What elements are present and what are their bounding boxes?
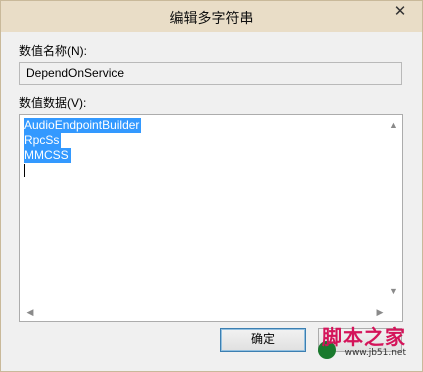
value-data-line: AudioEndpointBuilder bbox=[24, 118, 142, 133]
value-data-line: RpcSs bbox=[24, 133, 62, 148]
cancel-button[interactable] bbox=[318, 328, 402, 352]
text-caret bbox=[24, 164, 25, 177]
edit-multi-string-dialog: 编辑多字符串 ✕ 数值名称(N): DependOnService 数值数据(V… bbox=[0, 0, 423, 372]
ok-button[interactable]: 确定 bbox=[220, 328, 306, 352]
value-name-label: 数值名称(N): bbox=[19, 44, 87, 58]
scroll-down-arrow-icon[interactable]: ▼ bbox=[388, 285, 399, 297]
value-data-lines: AudioEndpointBuilder RpcSs MMCSS bbox=[24, 118, 142, 163]
title-bar[interactable]: 编辑多字符串 ✕ bbox=[1, 1, 422, 32]
close-icon: ✕ bbox=[393, 3, 407, 20]
value-data-label: 数值数据(V): bbox=[19, 96, 87, 110]
scroll-right-arrow-icon[interactable]: ▶ bbox=[374, 306, 386, 318]
dialog-title: 编辑多字符串 bbox=[169, 10, 254, 26]
value-data-line: MMCSS bbox=[24, 148, 71, 163]
close-button[interactable]: ✕ bbox=[383, 2, 417, 22]
scroll-up-arrow-icon[interactable]: ▲ bbox=[388, 119, 399, 131]
scroll-left-arrow-icon[interactable]: ◀ bbox=[24, 306, 36, 318]
value-name-field[interactable]: DependOnService bbox=[19, 62, 402, 85]
dialog-body: 数值名称(N): DependOnService 数值数据(V): AudioE… bbox=[8, 32, 415, 364]
value-data-textarea[interactable]: AudioEndpointBuilder RpcSs MMCSS ▲ ▼ ◀ ▶ bbox=[19, 114, 403, 322]
